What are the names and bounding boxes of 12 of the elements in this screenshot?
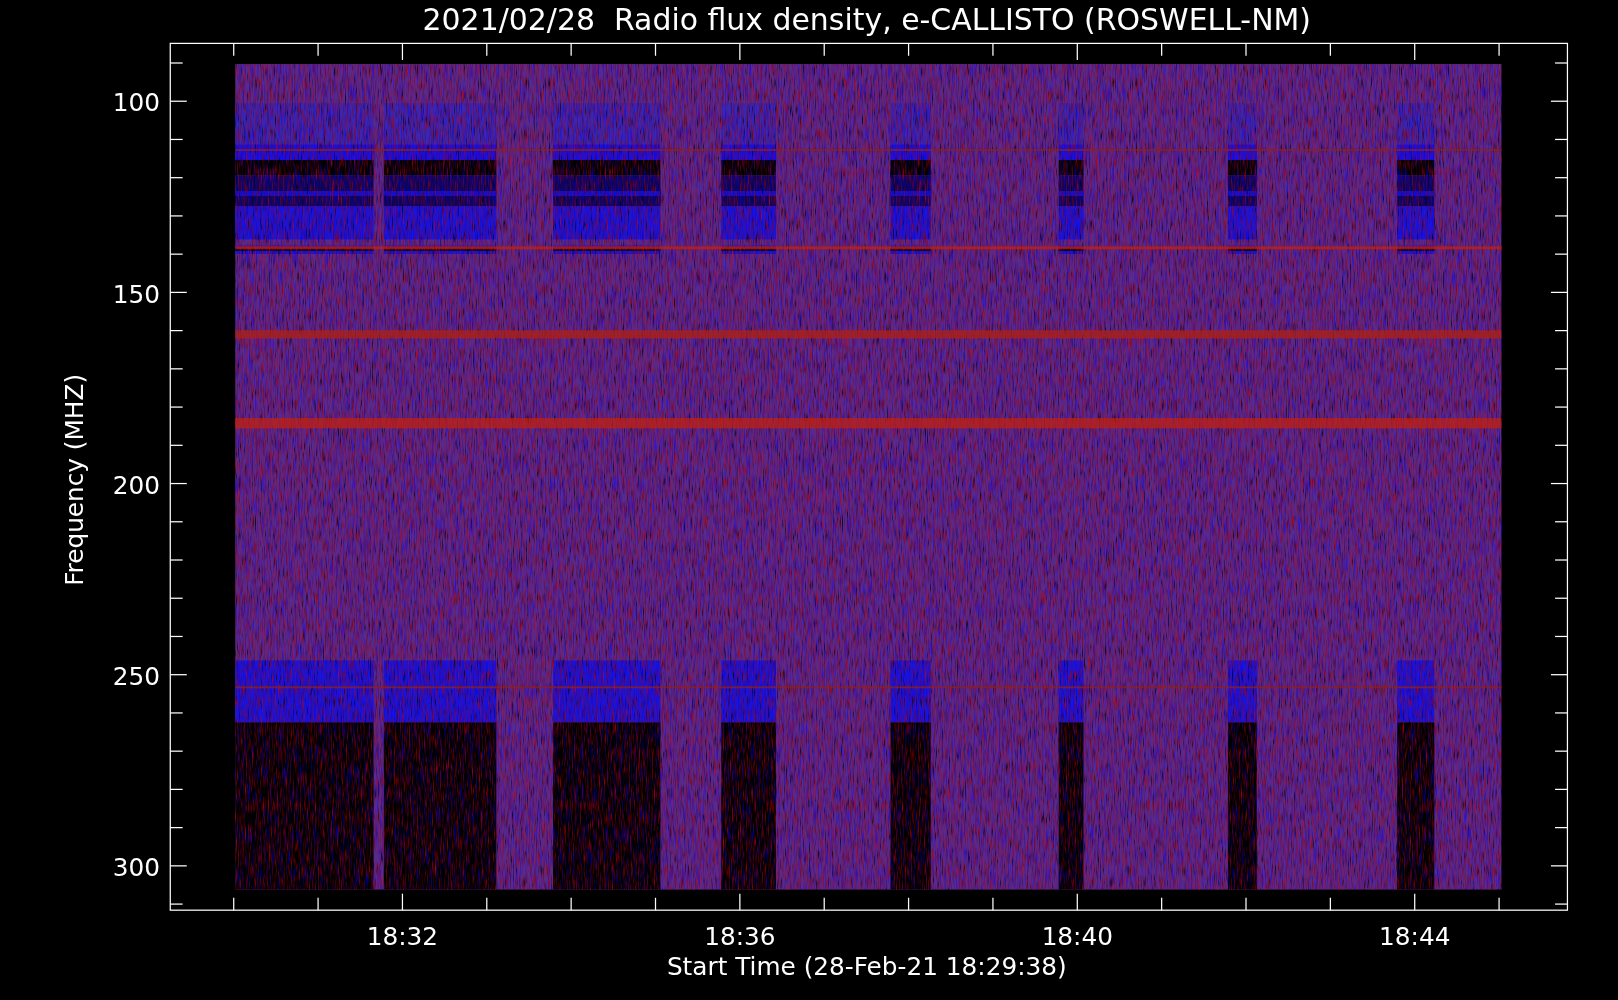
tick-label: 18:40	[1041, 922, 1113, 952]
axis-label: Start Time (28-Feb-21 18:29:38)	[666, 952, 1067, 982]
tick-label: 250	[112, 661, 160, 691]
tick-label: 18:36	[704, 922, 776, 952]
tick-label: 18:44	[1379, 922, 1451, 952]
plot-title: 2021/02/28 Radio flux density, e-CALLISTO (ROSWELL-NM)	[422, 2, 1311, 37]
tick-label: 18:32	[366, 922, 439, 952]
tick-label: 150	[112, 279, 160, 309]
axis-label: Frequency (MHZ)	[59, 373, 89, 586]
tick-label: 300	[112, 853, 160, 883]
tick-label: 100	[112, 88, 160, 118]
tick-label: 200	[112, 470, 160, 500]
